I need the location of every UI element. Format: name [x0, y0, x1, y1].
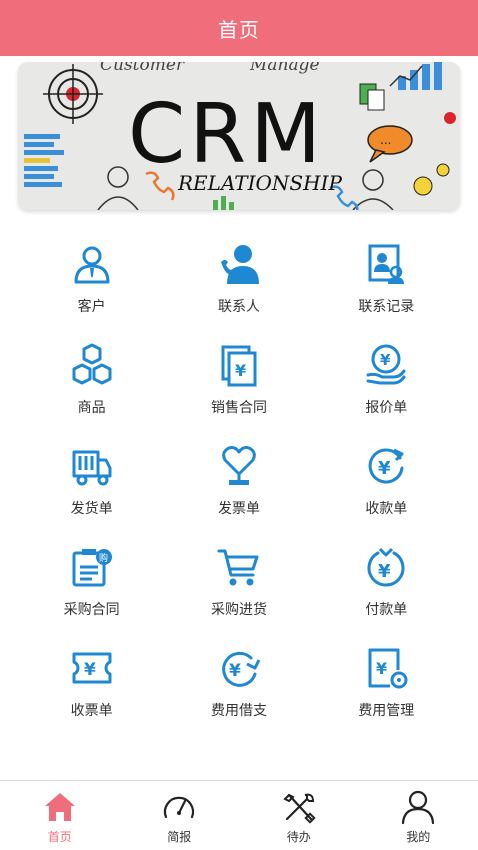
home-icon: [44, 793, 75, 821]
grid-item-customer[interactable]: 客户: [18, 226, 165, 327]
svg-text:购: 购: [99, 552, 108, 564]
crm-banner-illustration: Customer Manage CRM RELATIONSHIP ...: [18, 62, 460, 210]
grid-item-delivery[interactable]: 发货单: [18, 428, 165, 529]
tab-label: 待办: [286, 830, 311, 844]
quotation-icon: ¥: [366, 344, 406, 385]
svg-text:RELATIONSHIP: RELATIONSHIP: [177, 171, 342, 195]
ticket-icon: ¥: [72, 652, 112, 684]
tab-mine[interactable]: 我的: [359, 781, 478, 850]
grid-item-receipt[interactable]: ¥ 收款单: [313, 428, 460, 529]
grid-item-label: 付款单: [365, 602, 408, 618]
receipt-icon: ¥: [368, 448, 404, 484]
expense-loan-icon: ¥: [222, 651, 261, 687]
svg-text:¥: ¥: [229, 661, 241, 681]
speedometer-icon: [164, 796, 195, 819]
contact-person-icon: [220, 245, 259, 284]
svg-text:CRM: CRM: [128, 87, 325, 182]
tools-icon: [283, 793, 316, 824]
grid-item-label: 采购合同: [63, 602, 120, 618]
purchase-contract-icon: 购: [72, 549, 112, 587]
grid-item-label: 联系记录: [358, 299, 415, 315]
tab-label: 我的: [406, 830, 431, 844]
shopping-cart-icon: [217, 549, 259, 586]
grid-item-expense-manage[interactable]: ¥ 费用管理: [313, 630, 460, 731]
sales-contract-icon: ¥: [221, 345, 257, 387]
grid-item-ticket-receive[interactable]: ¥ 收票单: [18, 630, 165, 731]
grid-item-label: 联系人: [217, 299, 260, 315]
svg-text:¥: ¥: [378, 458, 391, 479]
grid-item-label: 收票单: [70, 703, 113, 719]
crm-banner[interactable]: Customer Manage CRM RELATIONSHIP ...: [18, 62, 460, 210]
tab-label: 首页: [47, 830, 72, 844]
top-header: 首页: [0, 0, 478, 56]
svg-text:...: ...: [380, 133, 391, 147]
customer-icon: [74, 246, 110, 284]
svg-text:Customer: Customer: [100, 62, 185, 75]
svg-text:Manage: Manage: [249, 62, 320, 75]
grid-item-purchase-contract[interactable]: 购 采购合同: [18, 529, 165, 630]
grid-item-label: 发票单: [217, 501, 260, 517]
invoice-icon: [222, 446, 256, 485]
tab-todo[interactable]: 待办: [239, 781, 358, 850]
grid-item-contact-record[interactable]: 联系记录: [313, 226, 460, 327]
grid-item-sales-contract[interactable]: ¥ 销售合同: [165, 327, 312, 428]
svg-text:¥: ¥: [378, 561, 391, 582]
grid-item-goods[interactable]: 商品: [18, 327, 165, 428]
svg-text:¥: ¥: [376, 659, 387, 678]
svg-text:¥: ¥: [84, 660, 96, 680]
payment-icon: ¥: [367, 547, 405, 587]
svg-text:¥: ¥: [235, 361, 246, 380]
function-grid: 客户 联系人 联系记录 商品 ¥ 销售合同 ¥ 报价单 发货单 发票单 ¥ 收款…: [18, 226, 460, 731]
grid-item-quotation[interactable]: ¥ 报价单: [313, 327, 460, 428]
contact-record-icon: [368, 244, 405, 284]
grid-item-label: 报价单: [365, 400, 408, 416]
grid-item-label: 销售合同: [210, 400, 267, 416]
tab-label: 简报: [167, 830, 192, 844]
tab-home[interactable]: 首页: [0, 781, 119, 850]
bottom-tab-bar: 首页 简报 待办 我的: [0, 780, 478, 850]
grid-item-label: 客户: [77, 299, 106, 315]
grid-item-label: 发货单: [70, 501, 113, 517]
tab-briefing[interactable]: 简报: [120, 781, 239, 850]
grid-item-label: 采购进货: [210, 602, 267, 618]
grid-item-payment[interactable]: ¥ 付款单: [313, 529, 460, 630]
grid-item-label: 收款单: [365, 501, 408, 517]
grid-item-label: 费用管理: [358, 703, 415, 719]
goods-icon: [72, 343, 112, 385]
user-icon: [402, 790, 435, 825]
grid-item-expense-loan[interactable]: ¥ 费用借支: [165, 630, 312, 731]
svg-text:¥: ¥: [380, 351, 391, 369]
page-title: 首页: [218, 17, 260, 42]
grid-item-label: 费用借支: [210, 703, 267, 719]
grid-item-purchase-goods[interactable]: 采购进货: [165, 529, 312, 630]
expense-manage-icon: ¥: [368, 648, 408, 689]
grid-item-label: 商品: [77, 400, 106, 416]
grid-item-contact-person[interactable]: 联系人: [165, 226, 312, 327]
grid-item-invoice[interactable]: 发票单: [165, 428, 312, 529]
delivery-truck-icon: [72, 450, 112, 486]
